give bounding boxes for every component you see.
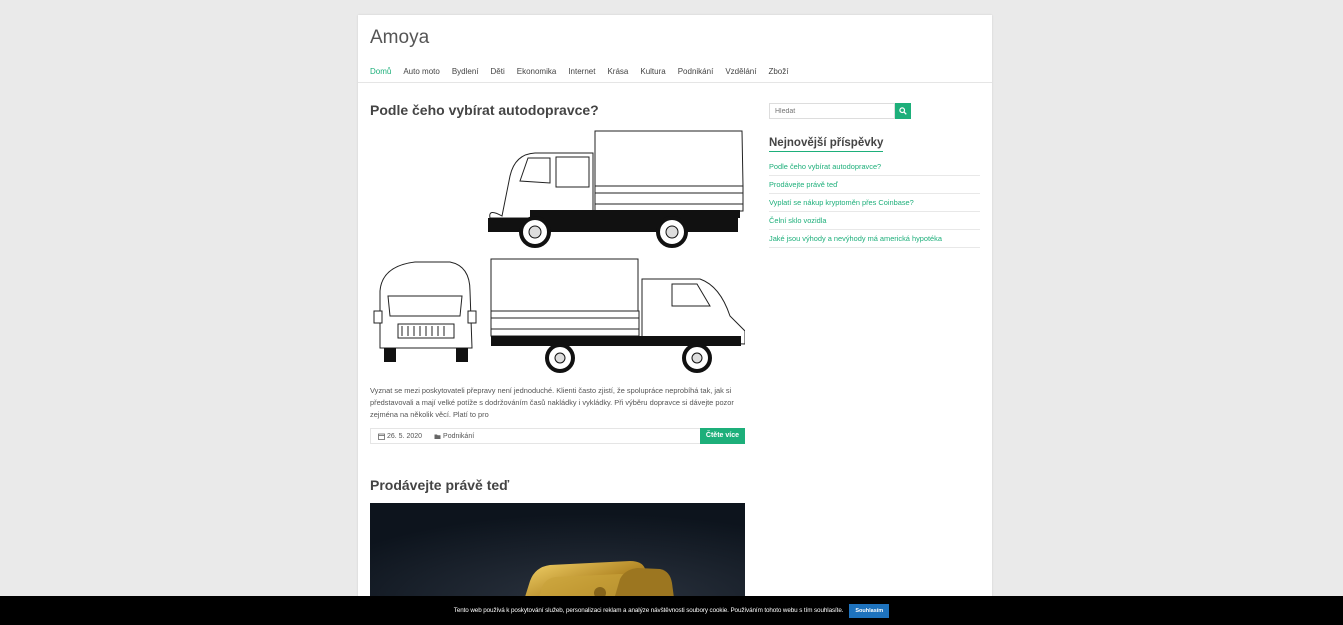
cookie-bar: Tento web používá k poskytování služeb, … [0,596,1343,625]
nav-item-vzdelani[interactable]: Vzdělání [725,67,756,76]
search-button[interactable] [895,103,911,119]
calendar-icon [378,433,385,440]
nav-divider [358,82,992,83]
recent-post-link[interactable]: Jaké jsou výhody a nevýhody má americká … [769,230,980,248]
nav-item-podnikani[interactable]: Podnikání [678,67,714,76]
recent-post-link[interactable]: Podle čeho vybírat autodopravce? [769,158,980,176]
post-category-link[interactable]: Podnikání [443,433,474,440]
nav-item-deti[interactable]: Děti [491,67,505,76]
truck-drawing-image[interactable] [370,126,745,388]
main-nav: Domů Auto moto Bydlení Děti Ekonomika In… [370,67,788,76]
post-title[interactable]: Podle čeho vybírat autodopravce? [370,102,599,118]
post-date: 26. 5. 2020 [378,433,422,440]
post-excerpt: Vyznat se mezi poskytovateli přepravy ne… [370,386,734,419]
search-form [769,103,911,119]
post-date-text: 26. 5. 2020 [387,432,423,440]
recent-posts-title: Nejnovější příspěvky [769,137,884,152]
recent-post-link[interactable]: Vyplatí se nákup kryptoměn přes Coinbase… [769,194,980,212]
nav-item-auto-moto[interactable]: Auto moto [403,67,439,76]
page-container: Amoya Domů Auto moto Bydlení Děti Ekonom… [358,15,992,625]
folder-icon [434,434,441,439]
read-more-button[interactable]: Čtěte více [699,428,745,444]
nav-item-domu[interactable]: Domů [370,67,391,76]
search-icon [899,107,907,115]
site-title[interactable]: Amoya [370,27,429,49]
sidebar: Nejnovější příspěvky Podle čeho vybírat … [769,103,980,248]
nav-item-zbozi[interactable]: Zboží [768,67,788,76]
post-meta-bar: 26. 5. 2020 Podnikání Čtěte více [370,428,745,444]
recent-post-link[interactable]: Prodávejte právě teď [769,176,980,194]
search-input[interactable] [769,103,895,119]
nav-item-internet[interactable]: Internet [568,67,595,76]
nav-item-bydleni[interactable]: Bydlení [452,67,479,76]
cookie-accept-button[interactable]: Souhlasím [849,603,890,618]
recent-post-link[interactable]: Čelní sklo vozidla [769,212,980,230]
cookie-text: Tento web používá k poskytování služeb, … [453,607,844,614]
nav-item-kultura[interactable]: Kultura [640,67,665,76]
recent-posts-list: Podle čeho vybírat autodopravce? Prodáve… [769,158,980,248]
nav-item-ekonomika[interactable]: Ekonomika [517,67,557,76]
nav-item-krasa[interactable]: Krása [607,67,628,76]
post-category: Podnikání [434,433,474,440]
post-title[interactable]: Prodávejte právě teď [370,477,509,493]
